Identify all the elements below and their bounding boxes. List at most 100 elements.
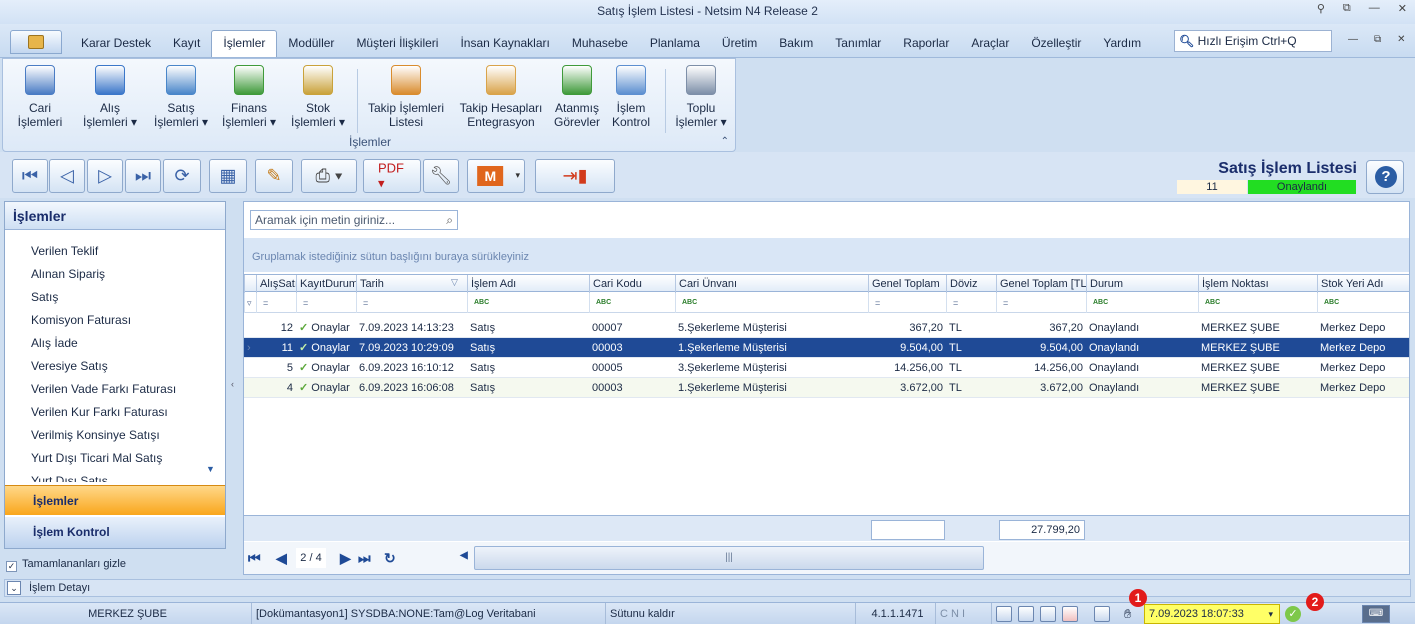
column-header-3[interactable]: İşlem Adı <box>467 275 589 293</box>
tab-13[interactable]: Özelleştir <box>1020 32 1092 58</box>
finans-islemleri-button[interactable]: Finans İşlemleri ▾ <box>215 65 283 129</box>
previous-record-button[interactable]: ◁ <box>49 159 85 193</box>
layout-close-icon[interactable] <box>1062 606 1078 622</box>
tab-4[interactable]: Müşteri İlişkileri <box>345 32 449 58</box>
tab-6[interactable]: Muhasebe <box>561 32 639 58</box>
close-icon[interactable]: ✕ <box>1398 2 1407 15</box>
cari-islemleri-button[interactable]: Cari İşlemleri <box>7 65 73 129</box>
next-record-button[interactable]: ▷ <box>87 159 123 193</box>
tab-3[interactable]: Modüller <box>277 32 345 58</box>
tab-1[interactable]: Kayıt <box>162 32 211 58</box>
datetime-field[interactable]: 7.09.2023 18:07:33 ▾ <box>1144 604 1280 624</box>
tab-14[interactable]: Yardım <box>1092 32 1152 58</box>
layout3-icon[interactable] <box>1040 606 1056 622</box>
filter-cell-10[interactable]: ABC <box>1198 293 1317 313</box>
section-islem-kontrol[interactable]: İşlem Kontrol <box>5 517 225 548</box>
left-item-0[interactable]: Verilen Teklif <box>31 244 98 258</box>
column-header-10[interactable]: İşlem Noktası <box>1198 275 1317 293</box>
left-item-9[interactable]: Yurt Dışı Ticari Mal Satış <box>31 451 162 465</box>
left-item-3[interactable]: Komisyon Faturası <box>31 313 131 327</box>
filter-cell-2[interactable]: = <box>356 293 467 313</box>
filter-icon[interactable]: ▿ <box>244 293 256 313</box>
filter-cell-1[interactable]: = <box>296 293 356 313</box>
column-header-6[interactable]: Genel Toplam <box>868 275 946 293</box>
tab-8[interactable]: Üretim <box>711 32 768 58</box>
tab-10[interactable]: Tanımlar <box>824 32 892 58</box>
app-menu-button[interactable] <box>10 30 62 54</box>
list-icon[interactable] <box>1094 606 1110 622</box>
islem-kontrol-button[interactable]: İşlem Kontrol <box>607 65 655 129</box>
filter-cell-5[interactable]: ABC <box>675 293 868 313</box>
filter-cell-7[interactable]: = <box>946 293 996 313</box>
minimize-icon[interactable]: — <box>1369 2 1380 15</box>
tools-button[interactable]: 🔧︎ <box>423 159 459 193</box>
last-record-button[interactable]: ⏭ <box>125 159 161 193</box>
reload-page-icon[interactable]: ↻ <box>384 550 396 567</box>
m-menu-button[interactable]: M ▾ <box>467 159 525 193</box>
tab-5[interactable]: İnsan Kaynakları <box>449 32 560 58</box>
column-header-5[interactable]: Cari Ünvanı <box>675 275 868 293</box>
sort-desc-icon[interactable]: ▽ <box>451 277 458 288</box>
takip-islemleri-button[interactable]: Takip İşlemleri Listesi <box>361 65 451 129</box>
collapse-ribbon-icon[interactable]: ⌃ <box>721 136 729 147</box>
tab-12[interactable]: Araçlar <box>960 32 1020 58</box>
filter-cell-4[interactable]: ABC <box>589 293 675 313</box>
keyboard-icon[interactable]: ⌨ <box>1362 605 1390 623</box>
stok-islemleri-button[interactable]: Stok İşlemleri ▾ <box>285 65 351 129</box>
refresh-button[interactable]: ⟳ <box>163 159 201 193</box>
column-header-4[interactable]: Cari Kodu <box>589 275 675 293</box>
column-header-11[interactable]: Stok Yeri Adı <box>1317 275 1409 293</box>
table-row[interactable]: › 11 ✓ Onaylar 7.09.2023 10:29:09 Satış 00003… <box>244 338 1409 358</box>
prev-page-icon[interactable]: ◀ <box>276 550 287 567</box>
toplu-islemler-button[interactable]: Toplu İşlemler ▾ <box>671 65 731 129</box>
first-record-button[interactable]: ⏮ <box>12 159 48 193</box>
quick-access-input[interactable]: 🔍︎ Hızlı Erişim Ctrl+Q <box>1174 30 1332 52</box>
column-header-7[interactable]: Döviz <box>946 275 996 293</box>
left-item-6[interactable]: Verilen Vade Farkı Faturası <box>31 382 176 396</box>
left-item-8[interactable]: Verilmiş Konsinye Satışı <box>31 428 160 442</box>
left-item-4[interactable]: Alış İade <box>31 336 78 350</box>
layout2-icon[interactable] <box>1018 606 1034 622</box>
table-row[interactable]: 5 ✓ Onaylar 6.09.2023 16:10:12 Satış 00005 3.… <box>244 358 1409 378</box>
table-row[interactable]: 12 ✓ Onaylar 7.09.2023 14:13:23 Satış 00007 5… <box>244 318 1409 338</box>
left-item-1[interactable]: Alınan Sipariş <box>31 267 105 281</box>
left-item-5[interactable]: Veresiye Satış <box>31 359 108 373</box>
collapse-arrow-icon[interactable]: ‹ <box>231 379 234 389</box>
scroll-left-icon[interactable]: ◀ <box>460 550 468 561</box>
tab-0[interactable]: Karar Destek <box>70 32 162 58</box>
table-row[interactable]: 4 ✓ Onaylar 6.09.2023 16:06:08 Satış 00003 1.… <box>244 378 1409 398</box>
column-header-0[interactable]: AlışSatış <box>256 275 296 293</box>
left-item-7[interactable]: Verilen Kur Farkı Faturası <box>31 405 168 419</box>
exit-button[interactable]: ⇥▮ <box>535 159 615 193</box>
hide-completed-checkbox[interactable]: ✓ Tamamlananları gizle <box>6 558 126 572</box>
filter-cell-8[interactable]: = <box>996 293 1086 313</box>
hand-icon[interactable]: ✋︎ <box>1124 606 1131 622</box>
print-button[interactable]: ⎙ ▾ <box>301 159 357 193</box>
filter-cell-0[interactable]: = <box>256 293 296 313</box>
left-item-10[interactable]: Yurt Dışı Satış <box>31 474 108 482</box>
filter-cell-9[interactable]: ABC <box>1086 293 1198 313</box>
ok-check-icon[interactable]: ✓ <box>1285 606 1301 622</box>
satis-islemleri-button[interactable]: Satış İşlemleri ▾ <box>146 65 216 129</box>
column-header-1[interactable]: KayıtDurum <box>296 275 356 293</box>
restore-icon[interactable]: ⧉ <box>1343 2 1351 15</box>
section-islemler[interactable]: İşlemler <box>5 485 225 515</box>
atanmis-gorevler-button[interactable]: Atanmış Görevler <box>551 65 603 129</box>
layout1-icon[interactable] <box>996 606 1012 622</box>
filter-cell-11[interactable]: ABC <box>1317 293 1409 313</box>
tab-11[interactable]: Raporlar <box>892 32 960 58</box>
column-header-8[interactable]: Genel Toplam [TL] <box>996 275 1086 293</box>
filter-cell-6[interactable]: = <box>868 293 946 313</box>
panel-splitter[interactable]: ‹ <box>229 201 241 575</box>
grid-view-button[interactable]: ▦ <box>209 159 247 193</box>
tab-2[interactable]: İşlemler <box>211 30 278 57</box>
grid-search-input[interactable]: Aramak için metin giriniz... ⌕ <box>250 210 458 230</box>
expand-detail-icon[interactable]: ⌄ <box>7 581 21 595</box>
last-page-icon[interactable]: ⏭ <box>358 550 371 567</box>
export-pdf-button[interactable]: PDF ▾ <box>363 159 421 193</box>
filter-cell-3[interactable]: ABC <box>467 293 589 313</box>
help-button[interactable]: ? <box>1366 160 1404 194</box>
mdi-restore-icon[interactable]: ⧉ <box>1374 34 1381 45</box>
edit-button[interactable]: ✎ <box>255 159 293 193</box>
left-item-2[interactable]: Satış <box>31 290 58 304</box>
